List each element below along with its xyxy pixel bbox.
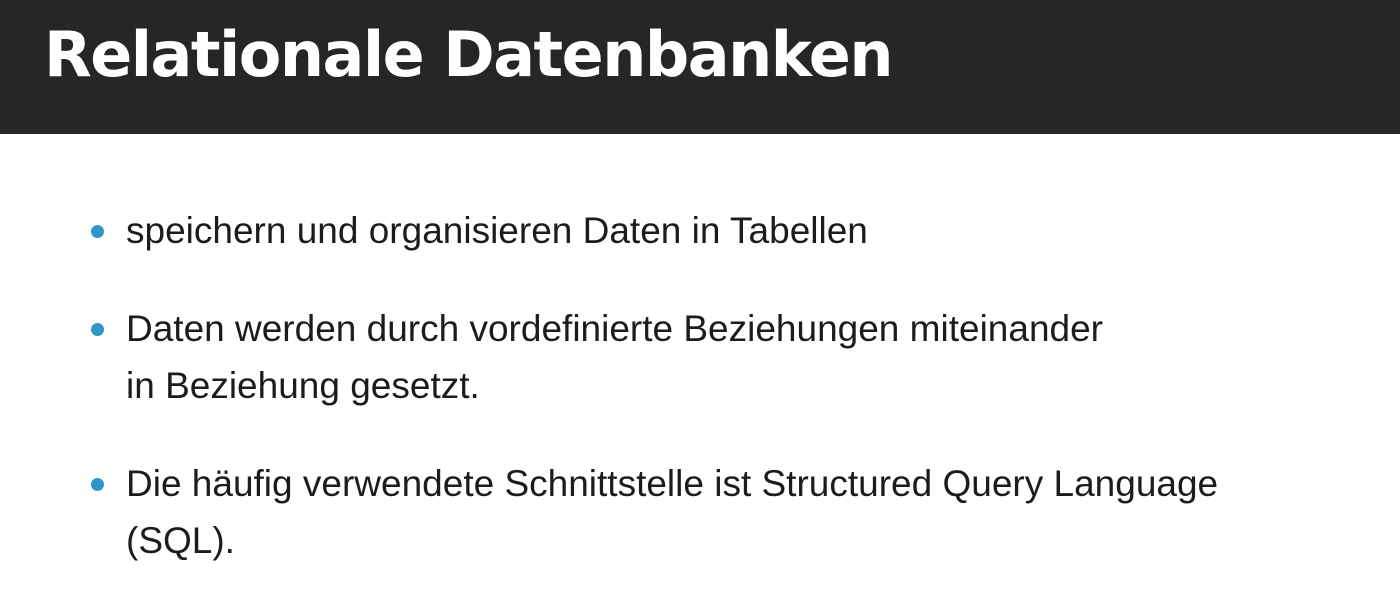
bullet-text-line: in Beziehung gesetzt. xyxy=(126,365,480,406)
bullet-item: speichern und organisieren Daten in Tabe… xyxy=(91,202,1386,259)
bullet-text-line: Die häufig verwendete Schnittstelle ist … xyxy=(126,463,1219,504)
bullet-item: Die häufig verwendete Schnittstelle ist … xyxy=(91,455,1386,569)
bullet-dot-icon xyxy=(91,478,104,491)
bullet-dot-icon xyxy=(91,323,104,336)
bullet-text-line: speichern und organisieren Daten in Tabe… xyxy=(126,210,868,251)
bullet-text-line: Daten werden durch vordefinierte Beziehu… xyxy=(126,308,1103,349)
bullet-text-line: (SQL). xyxy=(126,520,235,561)
bullet-list: speichern und organisieren Daten in Tabe… xyxy=(0,0,1400,595)
bullet-item: Daten werden durch vordefinierte Beziehu… xyxy=(91,300,1386,414)
slide: Relationale Datenbanken speichern und or… xyxy=(0,0,1400,595)
bullet-dot-icon xyxy=(91,225,104,238)
